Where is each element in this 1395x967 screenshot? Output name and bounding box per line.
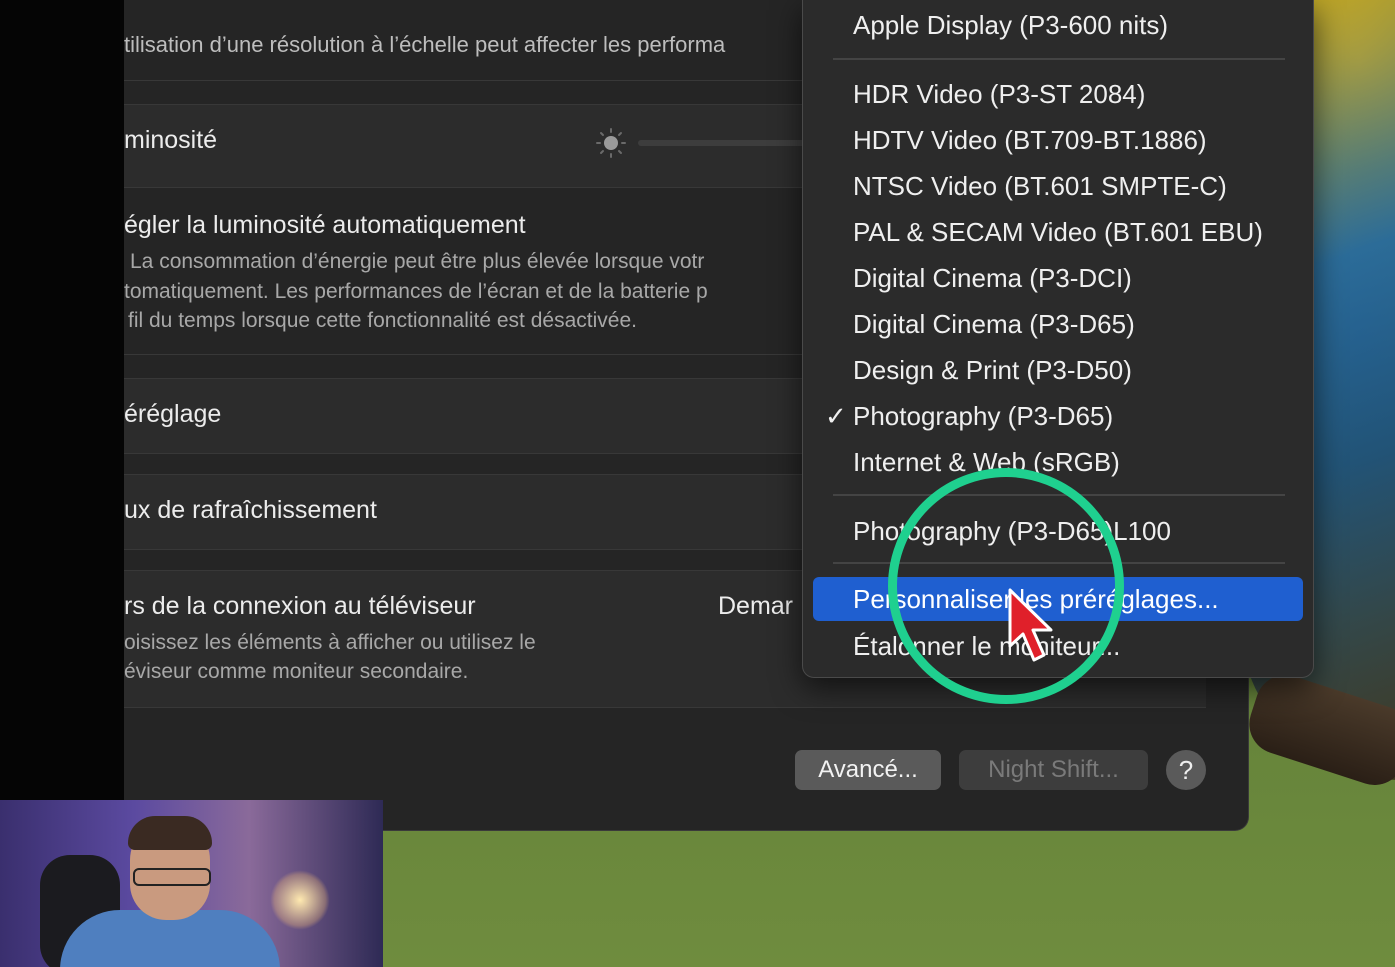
- annotation-ring: [888, 468, 1124, 704]
- menu-item-hdtv-video[interactable]: HDTV Video (BT.709-BT.1886): [813, 118, 1303, 162]
- advanced-button[interactable]: Avancé...: [795, 750, 941, 790]
- auto-brightness-desc-line-1: La consommation d’énergie peut être plus…: [130, 250, 705, 273]
- menu-item-label: Photography (P3-D65): [853, 401, 1114, 431]
- menu-item-digital-cinema-dci[interactable]: Digital Cinema (P3-DCI): [813, 256, 1303, 300]
- menu-item-pal-secam-video[interactable]: PAL & SECAM Video (BT.601 EBU): [813, 210, 1303, 254]
- menu-item-label: HDR Video (P3-ST 2084): [853, 79, 1146, 109]
- auto-brightness-desc-line-3: fil du temps lorsque cette fonctionnalit…: [128, 309, 637, 332]
- menu-separator: [833, 58, 1285, 60]
- tv-connection-popup[interactable]: Demar: [718, 592, 793, 621]
- help-button[interactable]: ?: [1166, 750, 1206, 790]
- auto-brightness-label: égler la luminosité automatiquement: [124, 211, 526, 239]
- menu-item-label: Digital Cinema (P3-D65): [853, 309, 1135, 339]
- menu-item-photography[interactable]: ✓ Photography (P3-D65): [813, 394, 1303, 438]
- auto-brightness-desc-line-2: tomatiquement. Les performances de l’écr…: [124, 280, 708, 303]
- menu-item-label: Apple Display (P3-600 nits): [853, 10, 1169, 40]
- menu-item-apple-display[interactable]: Apple Display (P3-600 nits): [813, 3, 1303, 47]
- brightness-sun-icon: [596, 128, 626, 158]
- tv-connection-desc-line-2: éviseur comme moniteur secondaire.: [124, 660, 469, 683]
- menu-item-label: NTSC Video (BT.601 SMPTE-C): [853, 171, 1227, 201]
- brightness-label: minosité: [124, 126, 218, 154]
- lamp-glow: [270, 870, 330, 930]
- webcam-overlay: [0, 800, 383, 967]
- menu-item-ntsc-video[interactable]: NTSC Video (BT.601 SMPTE-C): [813, 164, 1303, 208]
- menu-item-design-print[interactable]: Design & Print (P3-D50): [813, 348, 1303, 392]
- menu-item-internet-web[interactable]: Internet & Web (sRGB): [813, 440, 1303, 484]
- menu-item-label: Digital Cinema (P3-DCI): [853, 263, 1132, 293]
- checkmark-icon: ✓: [825, 401, 847, 431]
- glasses: [133, 868, 211, 886]
- refresh-rate-label: ux de rafraîchissement: [124, 496, 377, 524]
- night-shift-button[interactable]: Night Shift...: [959, 750, 1148, 790]
- menu-item-label: Design & Print (P3-D50): [853, 355, 1132, 385]
- menu-item-label: PAL & SECAM Video (BT.601 EBU): [853, 217, 1263, 247]
- menu-item-digital-cinema-d65[interactable]: Digital Cinema (P3-D65): [813, 302, 1303, 346]
- tv-connection-label: rs de la connexion au téléviseur: [124, 592, 476, 620]
- menu-item-label: HDTV Video (BT.709-BT.1886): [853, 125, 1207, 155]
- tv-connection-desc-line-1: oisissez les éléments à afficher ou util…: [124, 631, 536, 654]
- preset-label: éréglage: [124, 400, 222, 428]
- menu-item-hdr-video[interactable]: HDR Video (P3-ST 2084): [813, 72, 1303, 116]
- brightness-slider[interactable]: [638, 140, 808, 146]
- mouse-pointer-icon: [1008, 588, 1053, 662]
- resolution-note: tilisation d’une résolution à l’échelle …: [124, 32, 726, 57]
- person-hair: [128, 816, 212, 850]
